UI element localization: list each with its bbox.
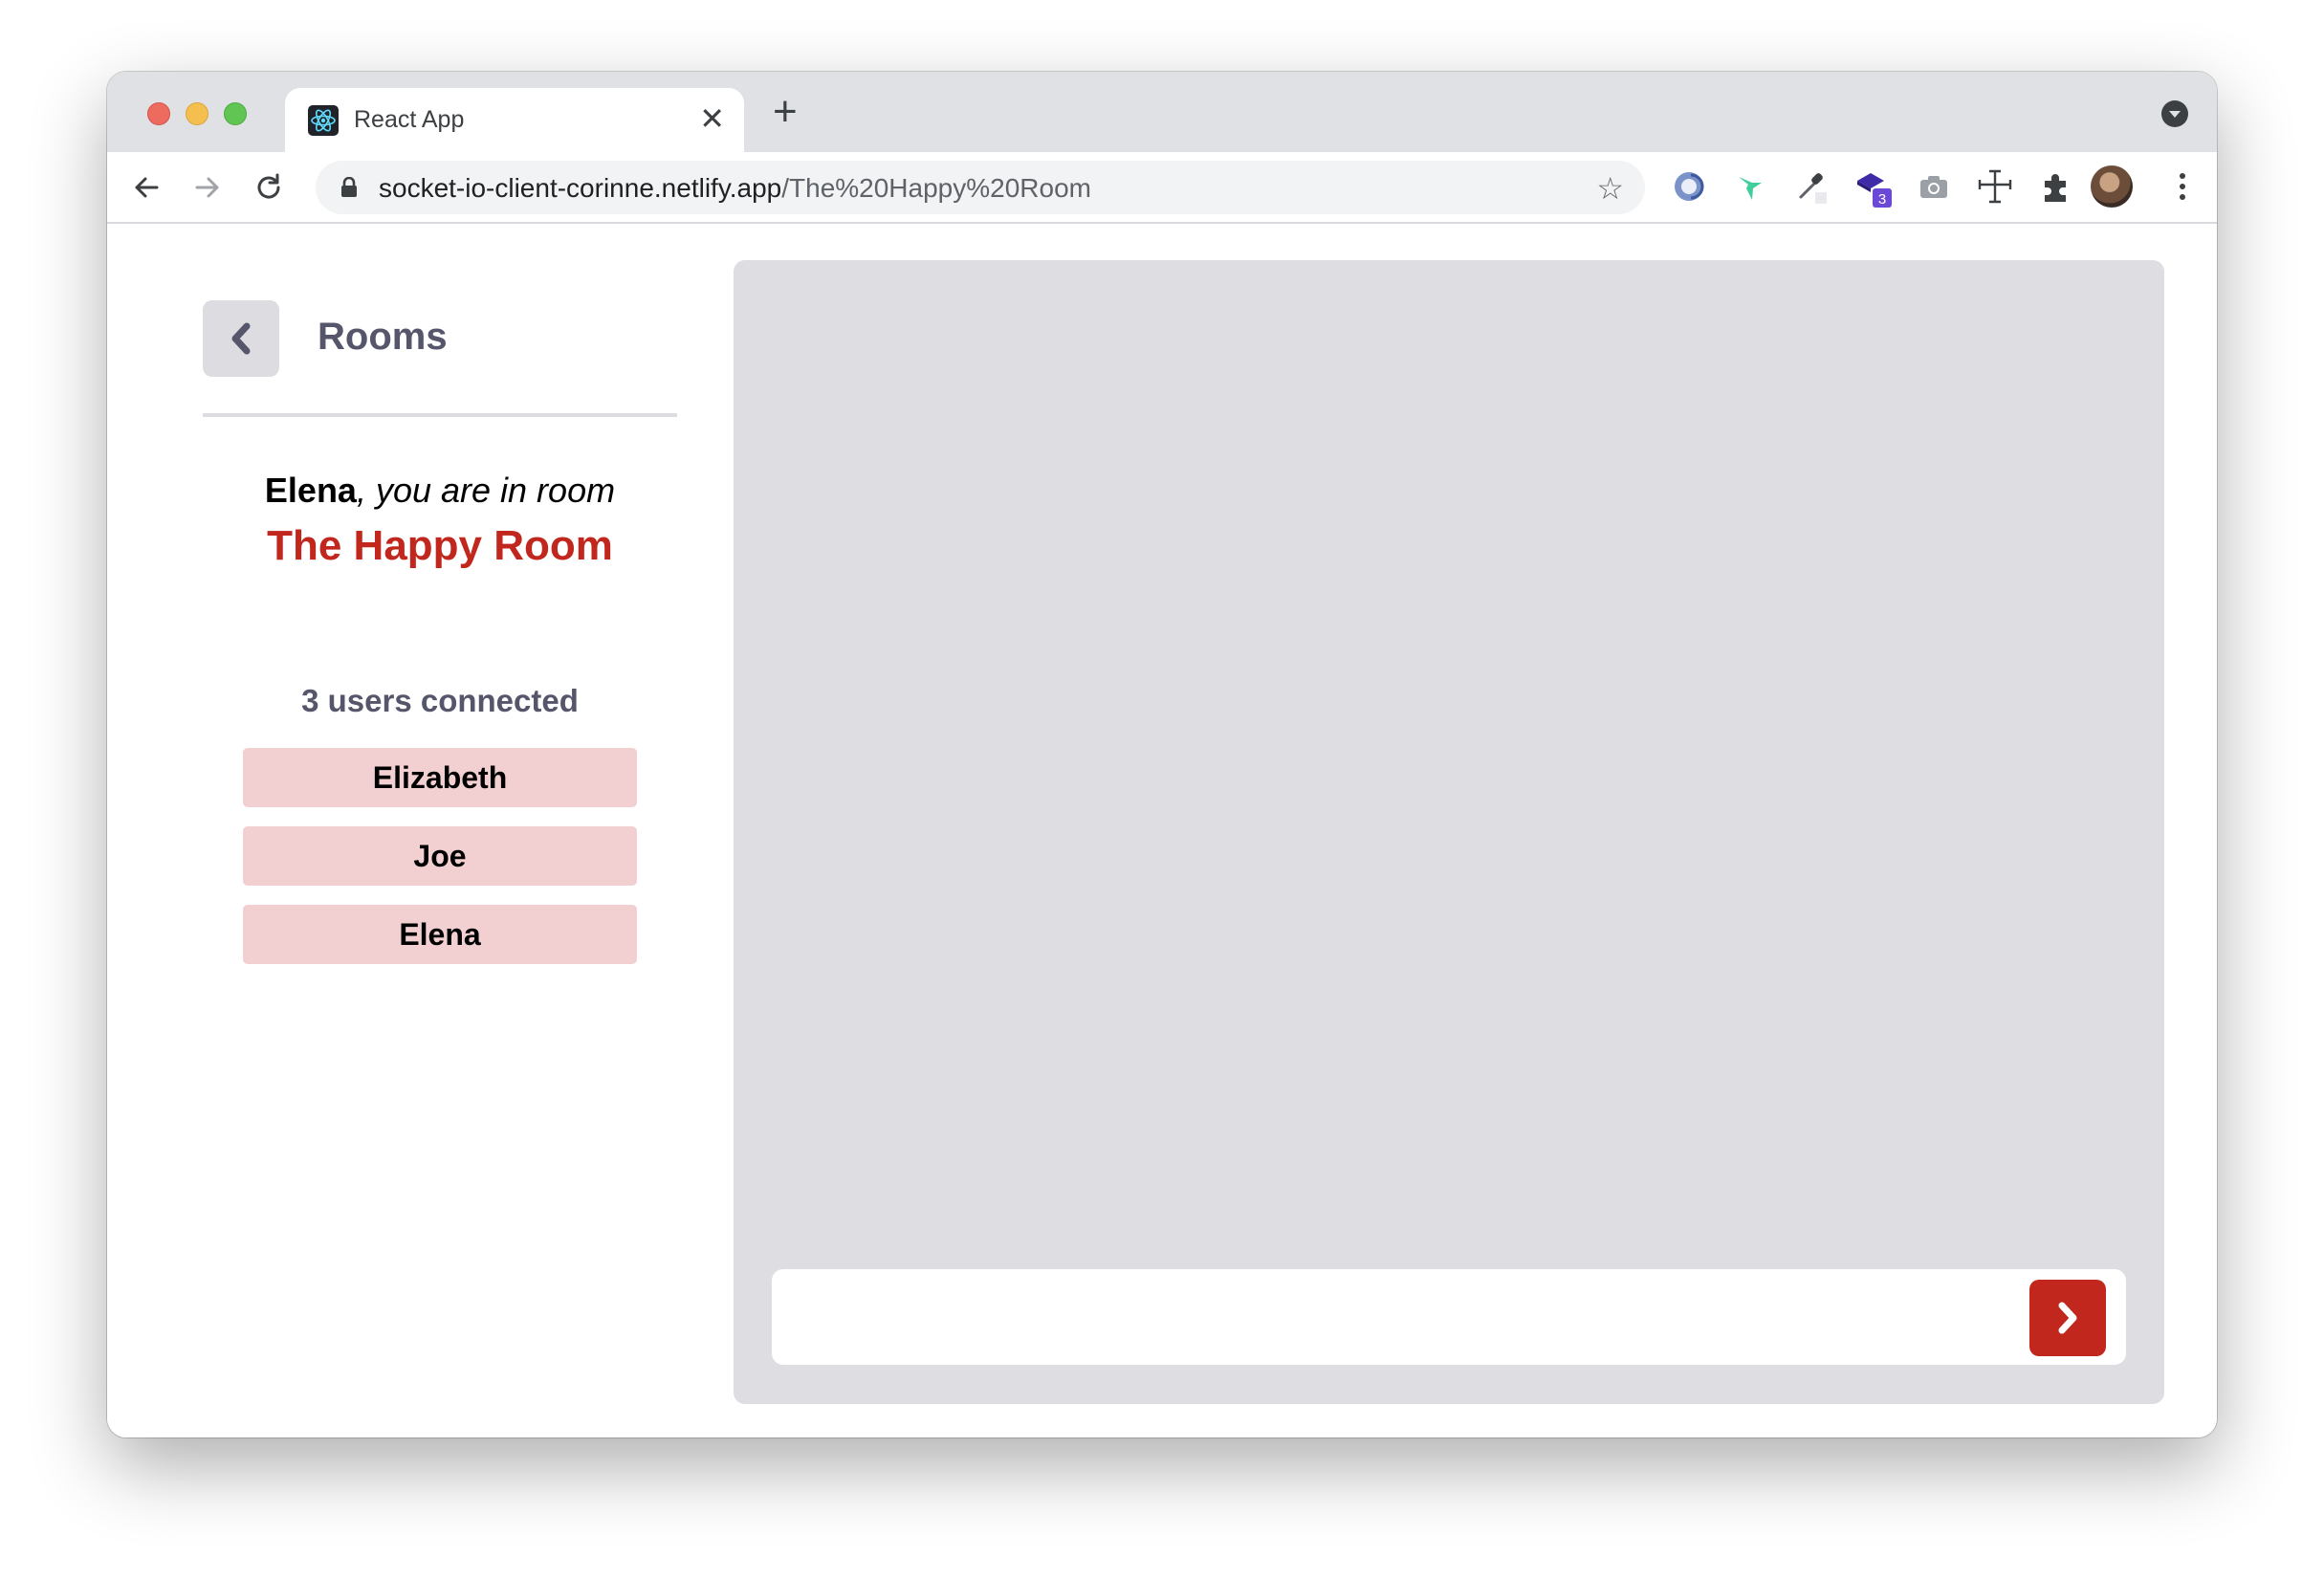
new-tab-button[interactable]: + xyxy=(773,91,798,133)
extension-blue-circle-icon[interactable] xyxy=(1670,167,1708,206)
sidebar-divider xyxy=(203,413,677,417)
chevron-left-icon xyxy=(231,322,251,355)
lock-icon xyxy=(340,176,358,203)
extensions-puzzle-icon[interactable] xyxy=(2037,167,2075,206)
ruler-crosshair-icon[interactable] xyxy=(1976,167,2014,206)
message-composer xyxy=(772,1269,2126,1365)
room-sidebar: Rooms Elena, you are in room The Happy R… xyxy=(203,224,677,1437)
message-input[interactable] xyxy=(795,1288,2004,1348)
camera-icon[interactable] xyxy=(1915,167,1953,206)
browser-window: React App ✕ + socket-io-client-corinne.n… xyxy=(107,72,2217,1437)
url-path: /The%20Happy%20Room xyxy=(781,173,1091,203)
send-message-button[interactable] xyxy=(2029,1280,2106,1356)
chevron-right-icon xyxy=(2058,1302,2077,1334)
user-list: Elizabeth Joe Elena xyxy=(243,748,637,983)
page-content: Rooms Elena, you are in room The Happy R… xyxy=(107,224,2217,1437)
extension-hummingbird-icon[interactable] xyxy=(1731,167,1769,206)
forward-arrow-icon[interactable] xyxy=(189,169,226,206)
address-bar[interactable]: socket-io-client-corinne.netlify.app/The… xyxy=(316,161,1645,214)
extension-badge: 3 xyxy=(1878,191,1886,208)
more-menu-icon[interactable] xyxy=(2163,167,2202,206)
close-window-button[interactable] xyxy=(147,102,170,125)
rooms-heading: Rooms xyxy=(318,316,448,358)
users-connected-count: 3 users connected xyxy=(301,683,579,718)
minimize-window-button[interactable] xyxy=(186,102,208,125)
tab-strip: React App ✕ + xyxy=(107,72,2217,152)
room-greeting: Elena, you are in room xyxy=(203,471,677,511)
tab-search-icon[interactable] xyxy=(2161,100,2188,127)
profile-avatar[interactable] xyxy=(2091,165,2133,208)
user-item-elena: Elena xyxy=(243,905,637,964)
extension-cube-icon[interactable]: 3 xyxy=(1853,167,1892,208)
greeting-text: , you are in room xyxy=(356,471,616,510)
back-arrow-icon[interactable] xyxy=(128,169,164,206)
bookmark-star-icon[interactable]: ☆ xyxy=(1596,170,1624,207)
current-user-name: Elena xyxy=(264,471,357,510)
browser-toolbar: socket-io-client-corinne.netlify.app/The… xyxy=(107,152,2217,224)
tab-react-app[interactable]: React App ✕ xyxy=(285,88,744,152)
close-tab-icon[interactable]: ✕ xyxy=(699,99,725,138)
react-logo-icon xyxy=(308,105,339,136)
eyedropper-icon[interactable] xyxy=(1792,167,1831,206)
reload-icon[interactable] xyxy=(251,169,287,206)
room-name: The Happy Room xyxy=(267,522,613,569)
chat-messages-panel xyxy=(734,260,2164,1404)
back-to-rooms-button[interactable] xyxy=(203,300,279,377)
user-item-joe: Joe xyxy=(243,826,637,886)
url-domain: socket-io-client-corinne.netlify.app xyxy=(379,173,782,203)
url-text: socket-io-client-corinne.netlify.app/The… xyxy=(379,173,1091,204)
tab-title: React App xyxy=(354,106,465,133)
user-item-elizabeth: Elizabeth xyxy=(243,748,637,807)
zoom-window-button[interactable] xyxy=(224,102,247,125)
